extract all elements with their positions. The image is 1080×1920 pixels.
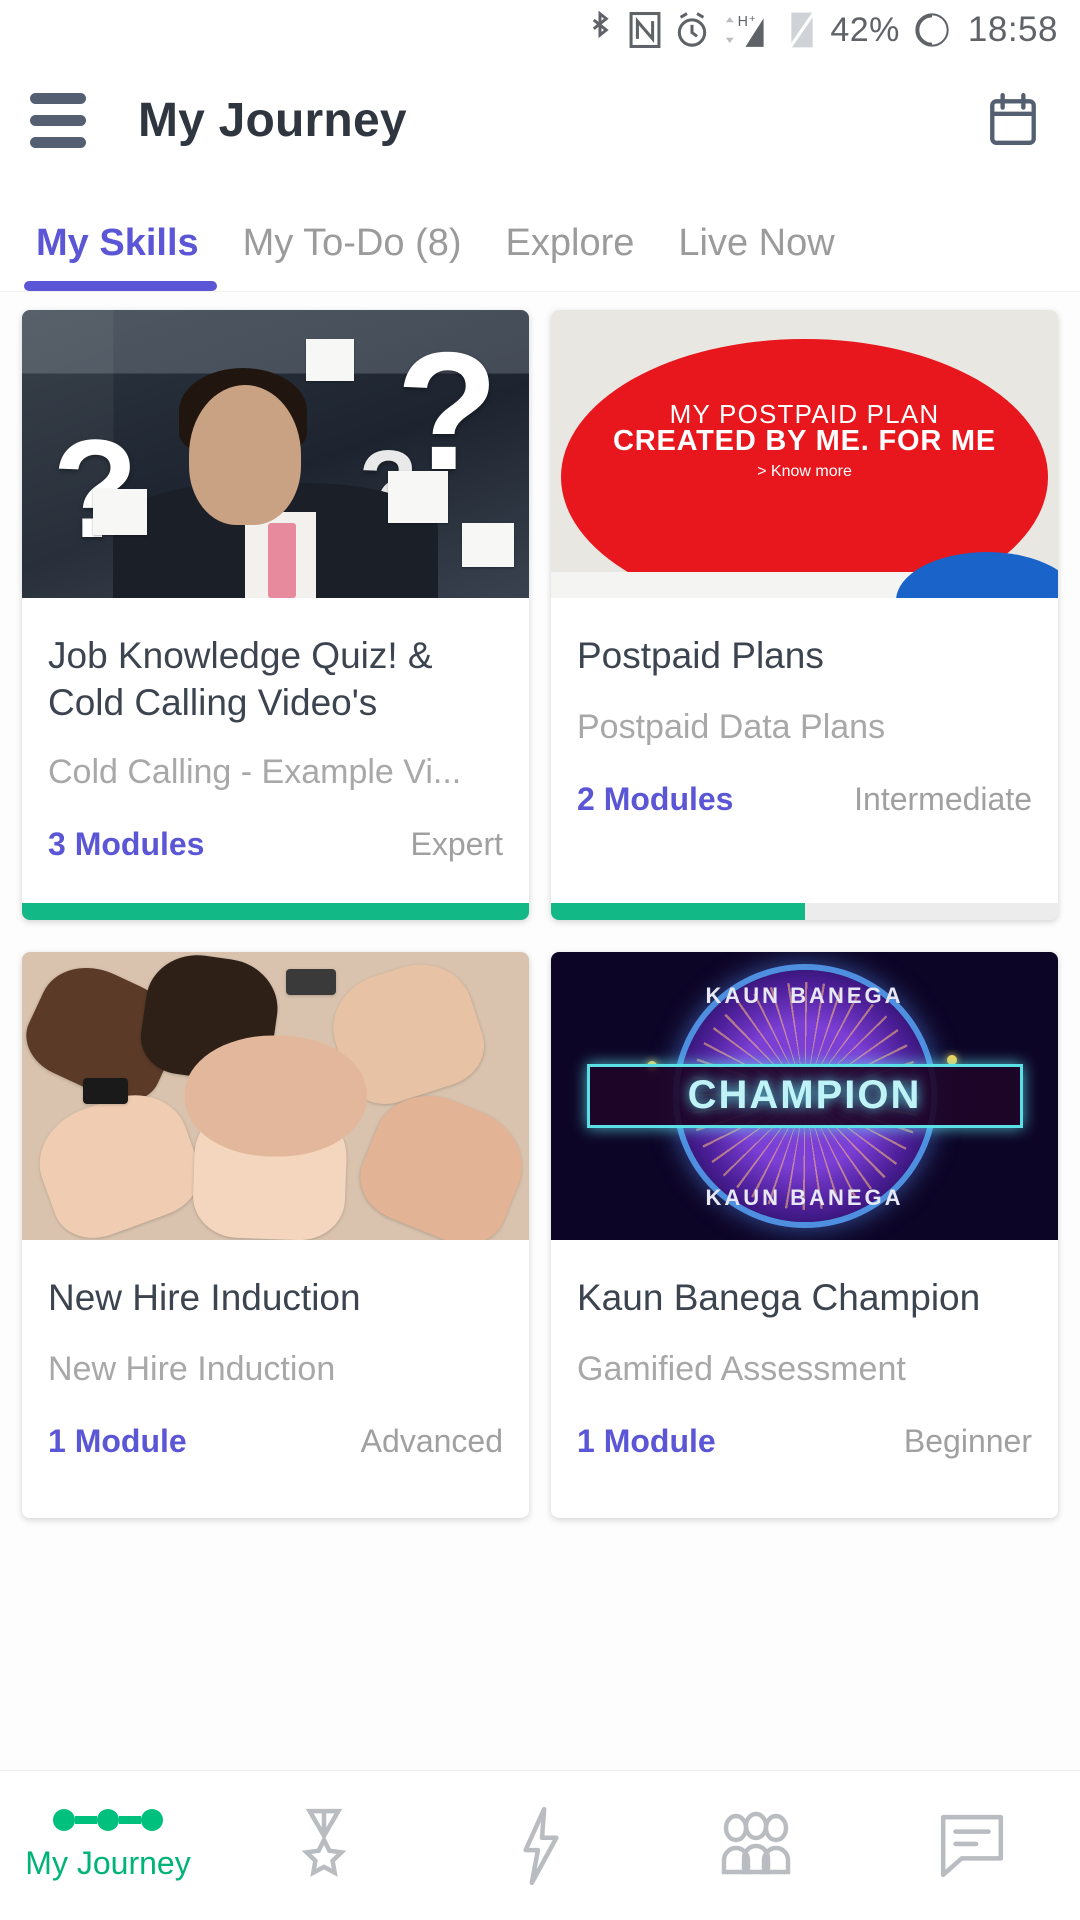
card-subtitle: Cold Calling - Example Vi... — [48, 752, 462, 791]
card-subtitle: New Hire Induction — [48, 1349, 336, 1388]
course-card[interactable]: New Hire Induction New Hire Induction 1 … — [22, 951, 529, 1518]
medal-icon — [301, 1808, 347, 1877]
quiz-thumbnail: ? ? ? — [22, 310, 529, 598]
card-progress-bar — [551, 902, 1058, 920]
lightning-bolt-icon — [523, 1806, 559, 1885]
teamwork-hands-thumbnail — [22, 951, 529, 1240]
kbc-art-bottom-text: KAUN BANEGA — [705, 1184, 904, 1210]
card-progress-fill — [551, 902, 805, 920]
page-title: My Journey — [138, 93, 407, 147]
course-card-grid: ? ? ? Job Knowledge Quiz! & Cold Calling… — [0, 292, 1080, 1518]
card-body: New Hire Induction New Hire Induction 1 … — [22, 1240, 529, 1518]
sim-icon — [787, 10, 817, 50]
card-modules-count: 1 Module — [577, 1422, 716, 1459]
tab-my-skills[interactable]: My Skills — [14, 222, 221, 291]
tab-bar: My Skills My To-Do (8) Explore Live Now — [0, 180, 1080, 292]
course-card[interactable]: MY POSTPAID PLAN CREATED BY ME. FOR ME >… — [551, 310, 1058, 920]
signal-hplus-icon: H + — [722, 10, 774, 50]
card-difficulty-level: Beginner — [903, 1422, 1032, 1459]
postpaid-art-line3: > Know more — [757, 462, 852, 480]
kbc-art-banner: CHAMPION — [586, 1063, 1023, 1128]
nav-item-my-journey[interactable]: My Journey — [0, 1809, 216, 1882]
svg-text:+: + — [750, 14, 756, 25]
card-title: Postpaid Plans — [577, 635, 824, 676]
card-subtitle: Postpaid Data Plans — [577, 708, 886, 746]
kbc-art-top-text: KAUN BANEGA — [705, 983, 904, 1009]
card-difficulty-level: Expert — [410, 825, 503, 862]
kbc-art-center-text: CHAMPION — [687, 1073, 922, 1118]
card-body: Postpaid Plans Postpaid Data Plans 2 Mod… — [551, 598, 1058, 903]
card-meta: 1 Module Beginner — [577, 1423, 1032, 1500]
course-card[interactable]: ? ? ? Job Knowledge Quiz! & Cold Calling… — [22, 310, 529, 920]
calendar-icon[interactable] — [984, 91, 1042, 149]
card-meta: 1 Module Advanced — [48, 1423, 503, 1500]
battery-percent: 42% — [830, 10, 900, 49]
card-meta: 3 Modules Expert — [48, 826, 503, 903]
journey-dots-icon — [53, 1809, 163, 1831]
tab-my-to-do[interactable]: My To-Do (8) — [221, 222, 484, 291]
card-body: Kaun Banega Champion Gamified Assessment… — [551, 1240, 1058, 1518]
bottom-navigation-bar: My Journey — [0, 1770, 1080, 1920]
svg-text:H: H — [738, 14, 748, 30]
nav-item-boost[interactable] — [432, 1805, 648, 1887]
status-bar: H + 42% 18:58 — [0, 0, 1080, 60]
kbc-thumbnail: KAUN BANEGA KAUN BANEGA CHAMPION — [551, 951, 1058, 1240]
card-modules-count: 3 Modules — [48, 825, 205, 862]
tab-live-now[interactable]: Live Now — [656, 222, 856, 291]
nfc-icon — [628, 11, 662, 49]
card-progress-fill — [22, 902, 529, 920]
card-meta: 2 Modules Intermediate — [577, 781, 1032, 858]
card-difficulty-level: Intermediate — [854, 781, 1032, 817]
hamburger-menu-icon[interactable] — [30, 92, 92, 148]
card-progress-bar — [22, 902, 529, 920]
nav-item-community[interactable] — [648, 1810, 864, 1882]
battery-circle-icon — [913, 10, 951, 50]
card-difficulty-level: Advanced — [360, 1422, 503, 1459]
tab-explore[interactable]: Explore — [484, 222, 657, 291]
card-modules-count: 1 Module — [48, 1422, 187, 1459]
chat-message-icon — [940, 1814, 1004, 1877]
card-title: Kaun Banega Champion — [577, 1276, 981, 1318]
postpaid-art-line2: CREATED BY ME. FOR ME — [612, 425, 997, 458]
postpaid-thumbnail: MY POSTPAID PLAN CREATED BY ME. FOR ME >… — [551, 310, 1058, 598]
bluetooth-icon — [585, 11, 615, 49]
status-clock: 18:58 — [967, 10, 1058, 49]
nav-item-label: My Journey — [25, 1845, 191, 1881]
nav-item-achievements[interactable] — [216, 1805, 432, 1887]
card-title: Job Knowledge Quiz! & Cold Calling Video… — [48, 635, 433, 724]
course-card[interactable]: KAUN BANEGA KAUN BANEGA CHAMPION Kaun Ba… — [551, 951, 1058, 1518]
nav-item-messages[interactable] — [864, 1811, 1080, 1881]
card-modules-count: 2 Modules — [577, 781, 734, 817]
people-group-icon — [721, 1811, 791, 1874]
alarm-icon — [675, 11, 709, 49]
card-title: New Hire Induction — [48, 1276, 361, 1318]
app-screen: H + 42% 18:58 My Journey My Skills My To… — [0, 0, 1080, 1920]
app-bar: My Journey — [0, 60, 1080, 180]
card-subtitle: Gamified Assessment — [577, 1349, 906, 1388]
card-body: Job Knowledge Quiz! & Cold Calling Video… — [22, 598, 529, 903]
